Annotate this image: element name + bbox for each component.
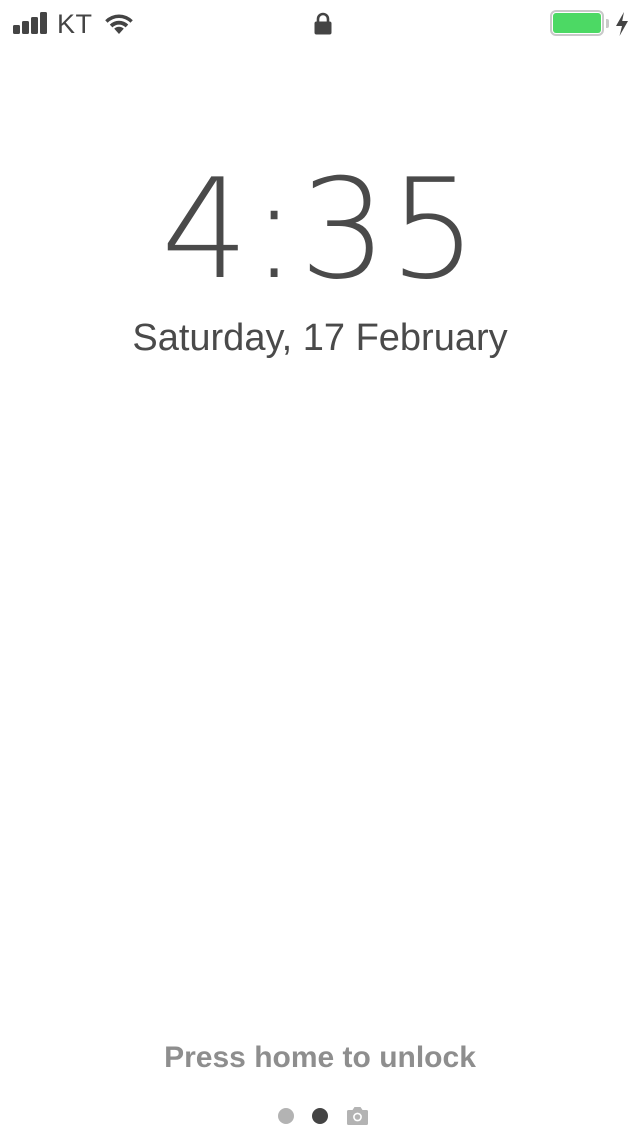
- camera-icon[interactable]: [346, 1106, 369, 1125]
- charging-bolt-icon: [616, 12, 628, 36]
- battery-level-fill: [553, 13, 601, 33]
- lock-icon: [314, 12, 332, 35]
- page-dot-2[interactable]: [312, 1108, 328, 1124]
- unlock-hint: Press home to unlock: [164, 1041, 476, 1074]
- battery-icon: [550, 10, 610, 38]
- page-indicator[interactable]: [276, 1104, 372, 1128]
- status-bar: KT: [0, 0, 640, 48]
- clock-time: 4:35: [161, 149, 479, 310]
- clock-date: Saturday, 17 February: [132, 317, 508, 359]
- wifi-icon: [105, 14, 133, 34]
- carrier-name: KT: [57, 9, 93, 39]
- cellular-signal-icon: [13, 12, 51, 34]
- page-dot-1[interactable]: [278, 1108, 294, 1124]
- lock-screen: KT 4:35 Saturday, 17 February Press home…: [0, 0, 640, 1136]
